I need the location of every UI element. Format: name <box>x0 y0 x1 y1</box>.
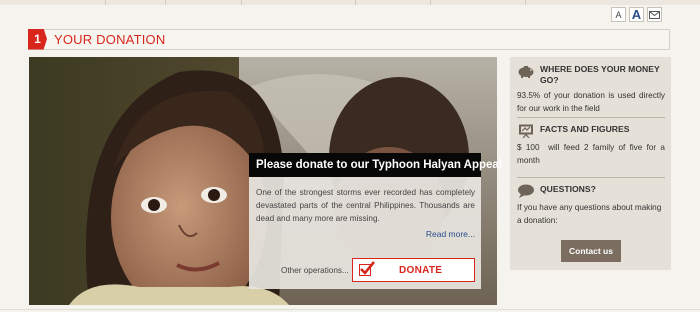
facts-text: $ 100 will feed 2 family of five for a m… <box>517 143 668 165</box>
step-number: 1 <box>28 28 47 50</box>
contact-us-button[interactable]: Contact us <box>561 240 621 262</box>
money-section: WHERE DOES YOUR MONEY GO? 93.5% of your … <box>517 64 665 115</box>
text-tools: A A <box>611 7 662 22</box>
sidebar-divider <box>517 117 665 118</box>
donation-section-header: 1 YOUR DONATION <box>28 28 670 50</box>
info-sidebar: WHERE DOES YOUR MONEY GO? 93.5% of your … <box>510 57 671 270</box>
section-title: YOUR DONATION <box>54 32 166 47</box>
sidebar-divider <box>517 177 665 178</box>
money-title: WHERE DOES YOUR MONEY GO? <box>540 64 660 85</box>
questions-section: QUESTIONS? If you have any questions abo… <box>517 184 665 227</box>
facts-title: FACTS AND FIGURES <box>540 124 630 134</box>
donate-label: DONATE <box>399 264 443 276</box>
presentation-icon <box>519 124 533 138</box>
speech-bubble-icon <box>518 184 534 198</box>
top-nav-strip <box>0 0 700 5</box>
questions-title: QUESTIONS? <box>540 184 596 194</box>
money-text: 93.5% of your donation is used directly … <box>517 91 665 113</box>
facts-section: FACTS AND FIGURES $ 100 will feed 2 fami… <box>517 124 665 167</box>
appeal-description: One of the strongest storms ever recorde… <box>256 188 475 223</box>
appeal-box: One of the strongest storms ever recorde… <box>249 177 481 289</box>
donate-button[interactable]: DONATE <box>352 258 475 282</box>
piggy-bank-icon <box>518 66 534 78</box>
font-size-small-button[interactable]: A <box>611 7 626 22</box>
font-size-large-button[interactable]: A <box>629 7 644 22</box>
other-operations-link[interactable]: Other operations... <box>281 266 349 275</box>
check-icon <box>359 261 375 276</box>
envelope-icon[interactable] <box>647 7 662 22</box>
questions-text: If you have any questions about making a… <box>517 203 662 225</box>
appeal-title: Please donate to our Typhoon Halyan Appe… <box>249 153 502 177</box>
read-more-link[interactable]: Read more... <box>426 229 475 239</box>
footer-divider <box>0 309 700 310</box>
